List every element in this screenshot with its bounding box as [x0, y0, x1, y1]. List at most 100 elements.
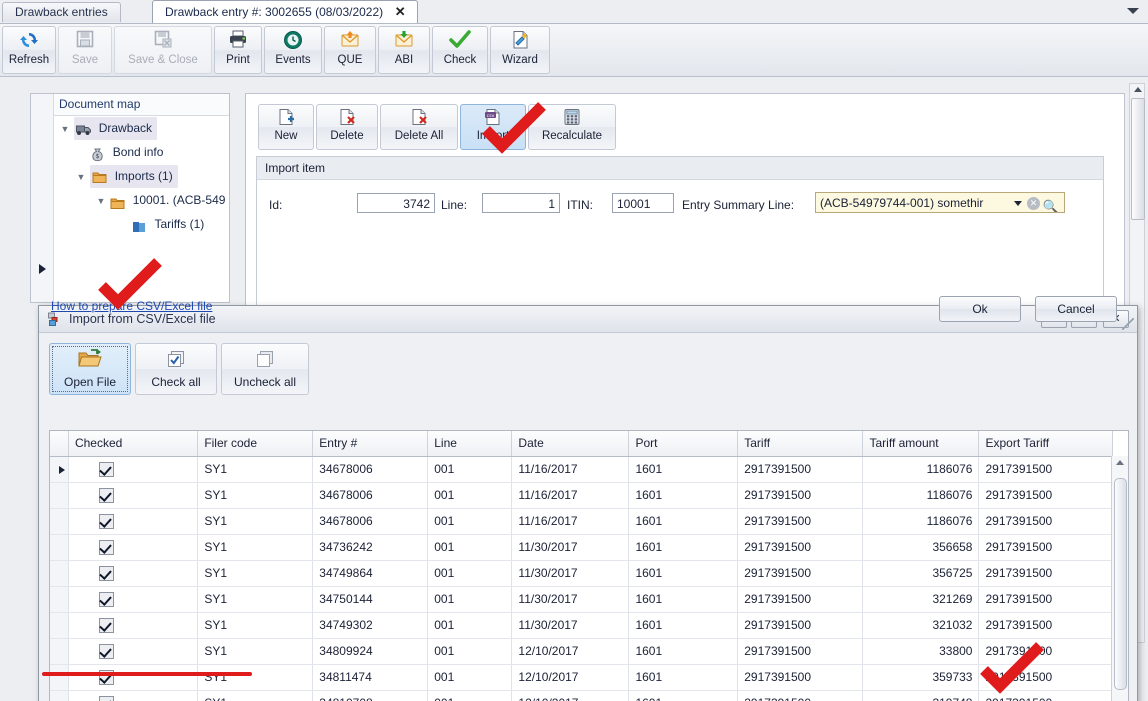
cell-line[interactable]: 001	[427, 638, 513, 665]
cell-tariff-amount[interactable]: 1186076	[862, 508, 980, 535]
delete-all-button[interactable]: Delete All	[380, 104, 458, 150]
column-header-checked[interactable]: Checked	[68, 431, 199, 457]
cell-date[interactable]: 11/30/2017	[511, 560, 630, 587]
cell-export-tariff[interactable]: 2917391500	[978, 690, 1113, 701]
cell-entry[interactable]: 34678006	[312, 482, 429, 509]
print-button[interactable]: Print	[214, 26, 262, 74]
resize-grip[interactable]	[1122, 318, 1134, 330]
cell-filer-code[interactable]: SY1	[197, 560, 314, 587]
cell-date[interactable]: 11/16/2017	[511, 508, 630, 535]
tree-node-tariffs[interactable]: Tariffs (1)	[59, 212, 229, 236]
cell-entry[interactable]: 34749864	[312, 560, 429, 587]
id-field[interactable]: 3742	[357, 193, 435, 213]
tree-node-bond-info[interactable]: $ Bond info	[59, 140, 229, 164]
cell-tariff-amount[interactable]: 1186076	[862, 456, 980, 483]
entry-summary-line-combo[interactable]: (ACB-54979744-001) somethir ✕ 🔍	[815, 192, 1065, 213]
column-header-line[interactable]: Line	[427, 431, 513, 457]
cell-checked[interactable]	[68, 534, 199, 561]
cell-tariff[interactable]: 2917391500	[737, 456, 864, 483]
cell-checked[interactable]	[68, 690, 199, 701]
ok-button[interactable]: Ok	[939, 296, 1021, 322]
cell-tariff-amount[interactable]: 1186076	[862, 482, 980, 509]
collapse-triangle-icon[interactable]: ▼	[59, 117, 71, 141]
cell-date[interactable]: 11/30/2017	[511, 534, 630, 561]
cell-tariff[interactable]: 2917391500	[737, 586, 864, 613]
row-gutter-cell[interactable]	[50, 690, 69, 701]
cell-export-tariff[interactable]: 2917391500	[978, 638, 1113, 665]
line-field[interactable]: 1	[482, 193, 560, 213]
cell-checked[interactable]	[68, 456, 199, 483]
table-row[interactable]: SY1 34750144 001 11/30/2017 1601 2917391500 32…	[50, 586, 1113, 613]
row-gutter-cell[interactable]	[50, 612, 69, 639]
wizard-button[interactable]: Wizard	[490, 26, 550, 74]
table-row[interactable]: SY1 34811474 001 12/10/2017 1601 2917391500 35…	[50, 664, 1113, 691]
grid-vertical-scrollbar[interactable]	[1111, 456, 1128, 701]
recalculate-button[interactable]: Recalculate	[528, 104, 616, 150]
cell-line[interactable]: 001	[427, 508, 513, 535]
cell-export-tariff[interactable]: 2917391500	[978, 612, 1113, 639]
cell-date[interactable]: 11/30/2017	[511, 586, 630, 613]
cell-tariff[interactable]: 2917391500	[737, 612, 864, 639]
column-header-date[interactable]: Date	[511, 431, 630, 457]
new-button[interactable]: New	[258, 104, 314, 150]
cell-line[interactable]: 001	[427, 560, 513, 587]
scroll-up-icon[interactable]	[1116, 460, 1124, 465]
column-header-export-tariff[interactable]: Export Tariff	[978, 431, 1113, 457]
cell-checked[interactable]	[68, 638, 199, 665]
cell-date[interactable]: 11/30/2017	[511, 612, 630, 639]
row-gutter-cell[interactable]	[50, 560, 69, 587]
cell-port[interactable]: 1601	[628, 508, 739, 535]
cell-export-tariff[interactable]: 2917391500	[978, 508, 1113, 535]
que-button[interactable]: QUE	[324, 26, 376, 74]
table-row[interactable]: SY1 34736242 001 11/30/2017 1601 2917391500 35…	[50, 534, 1113, 561]
cell-checked[interactable]	[68, 664, 199, 691]
cell-filer-code[interactable]: SY1	[197, 664, 314, 691]
cell-port[interactable]: 1601	[628, 560, 739, 587]
how-to-prepare-link[interactable]: How to prepare CSV/Excel file	[51, 299, 212, 313]
cell-line[interactable]: 001	[427, 586, 513, 613]
table-row[interactable]: SY1 34678006 001 11/16/2017 1601 2917391500 11…	[50, 482, 1113, 509]
cell-line[interactable]: 001	[427, 690, 513, 701]
cell-tariff-amount[interactable]: 33800	[862, 638, 980, 665]
cell-line[interactable]: 001	[427, 664, 513, 691]
cell-date[interactable]: 11/16/2017	[511, 482, 630, 509]
refresh-button[interactable]: Refresh	[2, 26, 56, 74]
cell-filer-code[interactable]: SY1	[197, 534, 314, 561]
cell-tariff[interactable]: 2917391500	[737, 638, 864, 665]
row-gutter-cell[interactable]	[50, 586, 69, 613]
checkbox-icon[interactable]	[98, 539, 114, 555]
table-row[interactable]: SY1 34749864 001 11/30/2017 1601 2917391500 35…	[50, 560, 1113, 587]
cell-tariff[interactable]: 2917391500	[737, 508, 864, 535]
checkbox-icon[interactable]	[98, 695, 114, 701]
uncheck-all-button[interactable]: Uncheck all	[221, 343, 309, 395]
cell-port[interactable]: 1601	[628, 664, 739, 691]
delete-button[interactable]: Delete	[316, 104, 378, 150]
cell-filer-code[interactable]: SY1	[197, 482, 314, 509]
column-header-tariff-amount[interactable]: Tariff amount	[862, 431, 980, 457]
tab-drawback-entries[interactable]: Drawback entries	[2, 2, 121, 22]
cell-port[interactable]: 1601	[628, 482, 739, 509]
checkbox-icon[interactable]	[98, 643, 114, 659]
tab-drawback-entry[interactable]: Drawback entry #: 3002655 (08/03/2022) ✕	[152, 0, 419, 23]
check-button[interactable]: Check	[432, 26, 488, 74]
column-header-tariff[interactable]: Tariff	[737, 431, 864, 457]
cell-tariff-amount[interactable]: 359733	[862, 664, 980, 691]
events-button[interactable]: Events	[264, 26, 322, 74]
table-row[interactable]: SY1 34809924 001 12/10/2017 1601 2917391500 33…	[50, 638, 1113, 665]
tree-node-import-10001[interactable]: ▼ 10001. (ACB-549	[59, 188, 229, 212]
cell-checked[interactable]	[68, 612, 199, 639]
cell-port[interactable]: 1601	[628, 456, 739, 483]
cell-entry[interactable]: 34809924	[312, 638, 429, 665]
cell-date[interactable]: 12/10/2017	[511, 664, 630, 691]
cell-export-tariff[interactable]: 2917391500	[978, 586, 1113, 613]
cell-entry[interactable]: 34810708	[312, 690, 429, 701]
cell-entry[interactable]: 34811474	[312, 664, 429, 691]
cell-port[interactable]: 1601	[628, 638, 739, 665]
cell-export-tariff[interactable]: 2917391500	[978, 456, 1113, 483]
cell-export-tariff[interactable]: 2917391500	[978, 534, 1113, 561]
column-header-entry[interactable]: Entry #	[312, 431, 429, 457]
cell-checked[interactable]	[68, 560, 199, 587]
cell-entry[interactable]: 34750144	[312, 586, 429, 613]
cell-tariff[interactable]: 2917391500	[737, 482, 864, 509]
cell-filer-code[interactable]: SY1	[197, 612, 314, 639]
